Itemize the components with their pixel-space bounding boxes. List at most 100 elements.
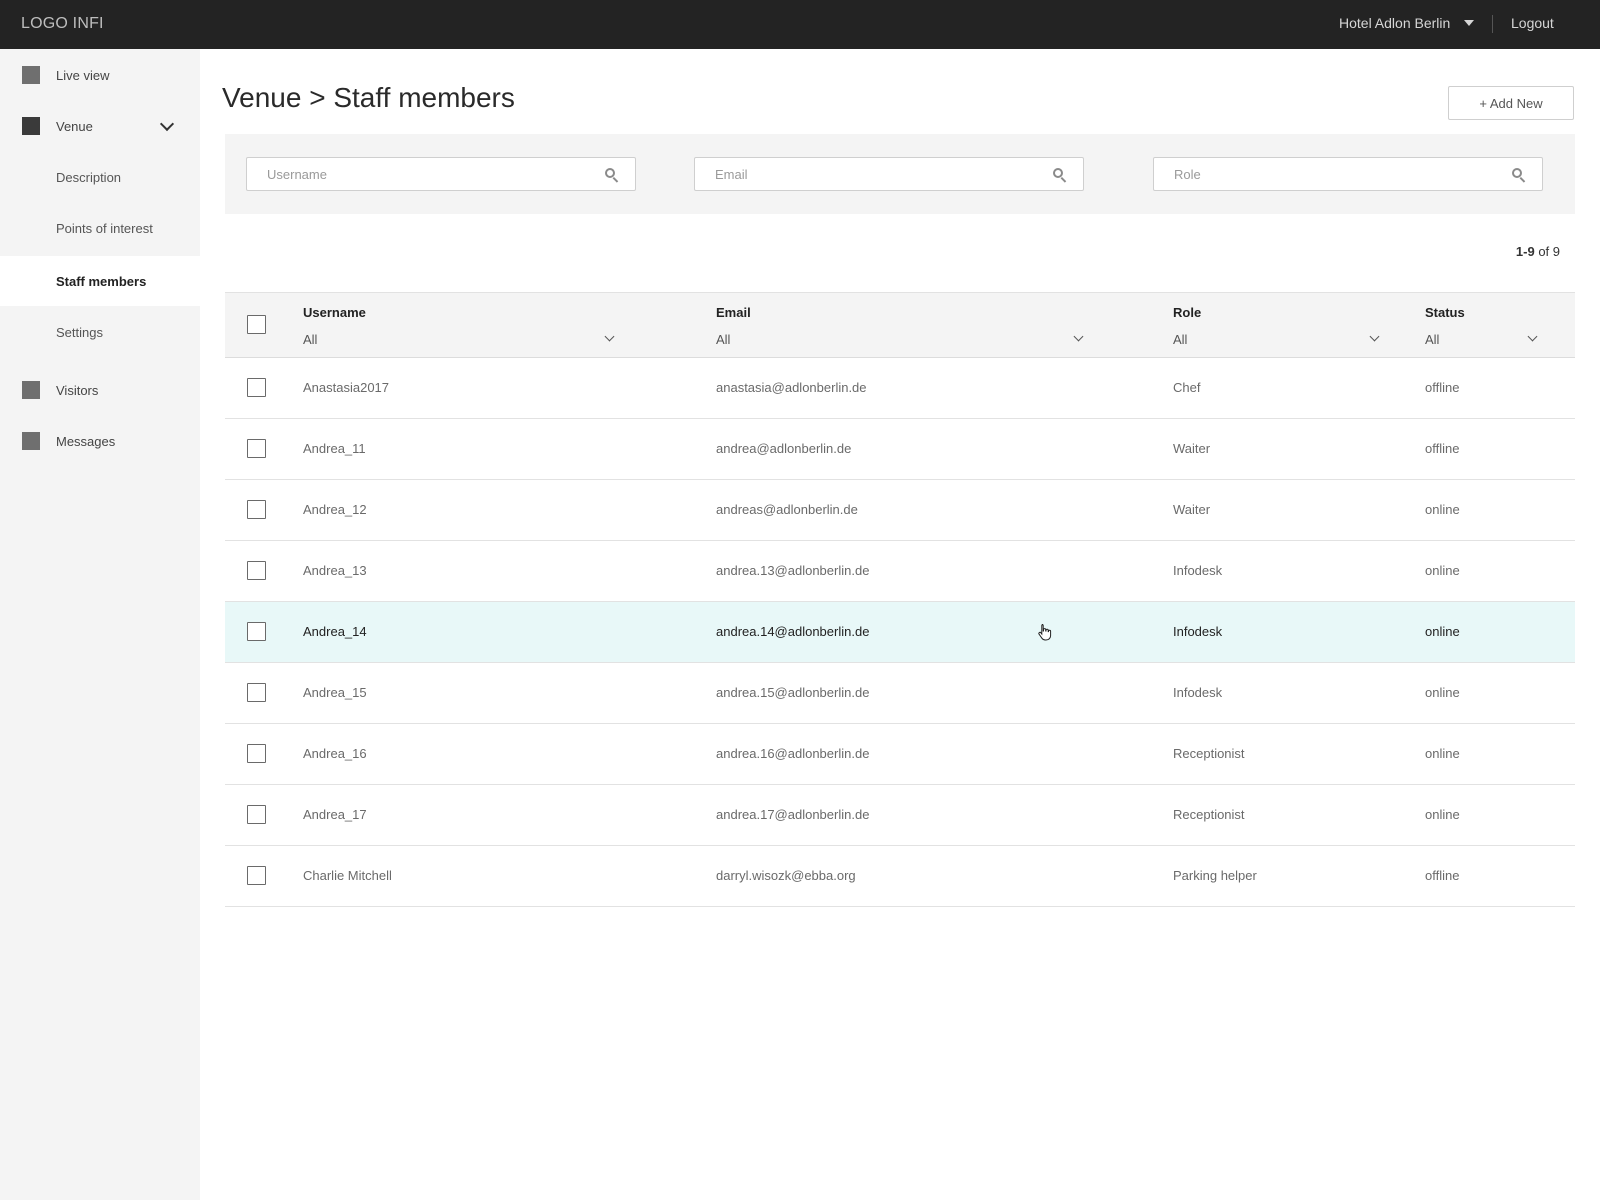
role-filter[interactable]: All [1173,332,1187,347]
cell-username: Andrea_12 [303,502,367,517]
row-checkbox[interactable] [247,866,266,885]
cell-email: andrea.17@adlonberlin.de [716,807,870,822]
venue-icon [22,117,40,135]
cell-email: darryl.wisozk@ebba.org [716,868,856,883]
status-filter[interactable]: All [1425,332,1439,347]
logout-link[interactable]: Logout [1511,15,1554,31]
sidebar-item-label: Description [56,169,122,185]
count-range: 1-9 [1515,244,1535,259]
table-row[interactable]: Andrea_14 andrea.14@adlonberlin.de Infod… [225,602,1575,663]
visitors-icon [22,381,40,399]
cell-username: Andrea_17 [303,807,367,822]
chevron-down-icon[interactable] [604,331,615,342]
table-row[interactable]: Andrea_17 andrea.17@adlonberlin.de Recep… [225,785,1575,846]
sidebar-item-venue[interactable]: Venue [0,101,200,151]
row-checkbox[interactable] [247,561,266,580]
cell-status: online [1425,685,1460,700]
column-header-email[interactable]: Email [716,305,751,320]
sidebar-item-settings[interactable]: Settings [0,307,200,357]
username-filter[interactable]: All [303,332,317,347]
row-checkbox[interactable] [247,805,266,824]
cell-username: Anastasia2017 [303,380,390,395]
row-checkbox[interactable] [247,378,266,397]
sidebar-item-label: Venue [56,118,93,134]
table-header: Username All Email All Role All Status A… [225,292,1575,358]
logo: LOGO INFI [21,15,104,32]
cell-role: Chef [1173,380,1201,395]
search-icon[interactable] [1053,168,1067,183]
cell-email: andrea.15@adlonberlin.de [716,685,870,700]
chevron-down-icon [159,116,175,131]
divider [1492,15,1493,33]
cell-role: Infodesk [1173,563,1223,578]
role-search [1153,157,1543,191]
sidebar-item-visitors[interactable]: Visitors [0,365,200,415]
cell-username: Charlie Mitchell [303,868,392,883]
cell-status: offline [1425,868,1460,883]
venue-selector[interactable]: Hotel Adlon Berlin [1339,15,1475,31]
sidebar-item-label: Messages [56,433,116,449]
column-header-username[interactable]: Username [303,305,366,320]
role-search-input[interactable] [1154,158,1542,190]
sidebar-item-description[interactable]: Description [0,152,200,202]
username-search [246,157,636,191]
table-row[interactable]: Andrea_13 andrea.13@adlonberlin.de Infod… [225,541,1575,602]
sidebar-item-label: Visitors [56,382,99,398]
cell-username: Andrea_11 [303,441,366,456]
cell-role: Receptionist [1173,746,1245,761]
cell-username: Andrea_13 [303,563,367,578]
chevron-down-icon[interactable] [1073,331,1084,342]
row-checkbox[interactable] [247,744,266,763]
chevron-down-icon[interactable] [1369,331,1380,342]
cell-email: andrea.13@adlonberlin.de [716,563,870,578]
cell-status: offline [1425,441,1460,456]
cell-role: Infodesk [1173,685,1223,700]
sidebar: Live view Venue Description Points of in… [0,49,200,1200]
search-icon[interactable] [1512,168,1526,183]
cell-email: andrea.14@adlonberlin.de [716,624,870,639]
search-icon[interactable] [605,168,619,183]
sidebar-item-label: Points of interest [56,220,153,236]
live-view-icon [22,66,40,84]
sidebar-item-label: Settings [56,324,103,340]
messages-icon [22,432,40,450]
sidebar-item-points-of-interest[interactable]: Points of interest [0,203,200,253]
sidebar-item-label: Live view [56,67,110,83]
row-checkbox[interactable] [247,439,266,458]
table-row[interactable]: Andrea_15 andrea.15@adlonberlin.de Infod… [225,663,1575,724]
staff-table: Username All Email All Role All Status A… [225,292,1575,907]
cell-status: online [1425,807,1460,822]
sidebar-item-messages[interactable]: Messages [0,416,200,466]
sidebar-item-staff-members[interactable]: Staff members [0,256,200,306]
cell-email: andrea.16@adlonberlin.de [716,746,870,761]
table-row[interactable]: Charlie Mitchell darryl.wisozk@ebba.org … [225,846,1575,907]
cell-status: online [1425,624,1460,639]
hand-cursor-icon [1038,624,1052,641]
email-search-input[interactable] [695,158,1083,190]
page-title: Venue > Staff members [222,82,515,113]
table-row[interactable]: Andrea_12 andreas@adlonberlin.de Waiter … [225,480,1575,541]
cell-status: online [1425,563,1460,578]
column-header-status[interactable]: Status [1425,305,1465,320]
select-all-checkbox[interactable] [247,315,266,334]
email-search [694,157,1084,191]
row-checkbox[interactable] [247,683,266,702]
add-new-button[interactable]: + Add New [1448,86,1574,120]
cell-username: Andrea_16 [303,746,367,761]
table-row[interactable]: Andrea_16 andrea.16@adlonberlin.de Recep… [225,724,1575,785]
table-row[interactable]: Andrea_11 andrea@adlonberlin.de Waiter o… [225,419,1575,480]
sidebar-item-live-view[interactable]: Live view [0,50,200,100]
cell-role: Receptionist [1173,807,1245,822]
row-checkbox[interactable] [247,622,266,641]
email-filter[interactable]: All [716,332,730,347]
cell-email: andrea@adlonberlin.de [716,441,852,456]
username-search-input[interactable] [247,158,635,190]
row-checkbox[interactable] [247,500,266,519]
table-row[interactable]: Anastasia2017 anastasia@adlonberlin.de C… [225,358,1575,419]
cell-status: offline [1425,380,1460,395]
chevron-down-icon[interactable] [1527,331,1538,342]
venue-selector-label: Hotel Adlon Berlin [1339,15,1451,31]
column-header-role[interactable]: Role [1173,305,1201,320]
cell-role: Infodesk [1173,624,1223,639]
cell-email: anastasia@adlonberlin.de [716,380,867,395]
